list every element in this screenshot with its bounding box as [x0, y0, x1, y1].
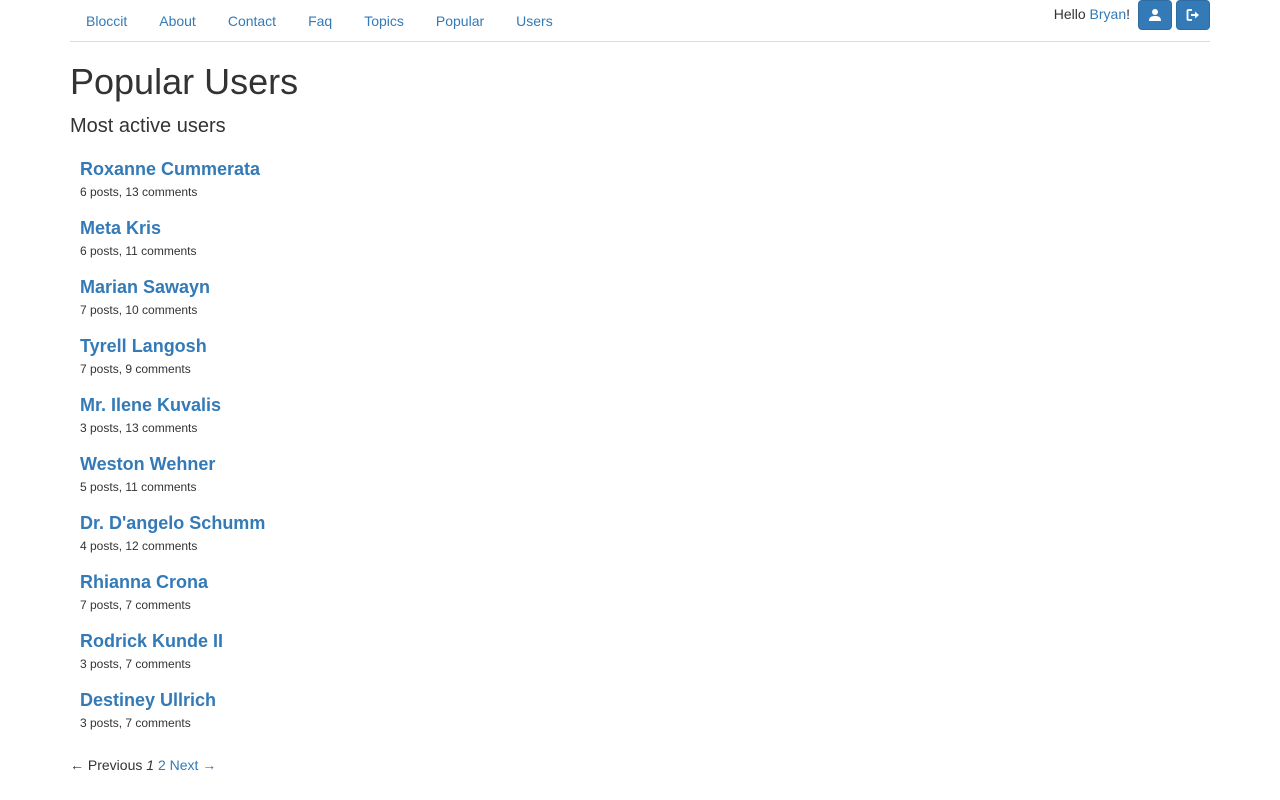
nav-link-users[interactable]: Users: [500, 0, 569, 40]
nav-link-popular[interactable]: Popular: [420, 0, 500, 40]
user-stats: 3 posts, 7 comments: [80, 657, 191, 671]
list-item: Tyrell Langosh 7 posts, 9 comments: [80, 333, 265, 392]
user-name-link[interactable]: Rodrick Kunde II: [80, 628, 265, 654]
user-stats: 5 posts, 11 comments: [80, 480, 197, 494]
page-container: Bloccit About Contact Faq Topics Popular…: [70, 0, 1210, 773]
list-item: Marian Sawayn 7 posts, 10 comments: [80, 274, 265, 333]
nav-item-about: About: [143, 0, 212, 40]
nav-item-faq: Faq: [292, 0, 348, 40]
user-stats: 6 posts, 11 comments: [80, 244, 197, 258]
greeting-suffix: !: [1126, 6, 1130, 22]
user-stats: 7 posts, 7 comments: [80, 598, 191, 612]
list-item: Dr. D'angelo Schumm 4 posts, 12 comments: [80, 510, 265, 569]
user-stats: 7 posts, 10 comments: [80, 303, 198, 317]
user-name-link[interactable]: Tyrell Langosh: [80, 333, 265, 359]
user-stats: 3 posts, 7 comments: [80, 716, 191, 730]
user-name-link[interactable]: Roxanne Cummerata: [80, 156, 265, 182]
greeting: Hello Bryan!: [1054, 0, 1130, 23]
user-name-link[interactable]: Weston Wehner: [80, 451, 265, 477]
nav-item-contact: Contact: [212, 0, 292, 40]
popular-user-list: Roxanne Cummerata 6 posts, 13 comments M…: [80, 156, 265, 746]
user-stats: 6 posts, 13 comments: [80, 185, 198, 199]
list-item: Rodrick Kunde II 3 posts, 7 comments: [80, 628, 265, 687]
nav-link-contact[interactable]: Contact: [212, 0, 292, 40]
user-icon: [1149, 9, 1161, 21]
pagination-next[interactable]: Next →: [170, 757, 217, 773]
nav-link-faq[interactable]: Faq: [292, 0, 348, 40]
list-item: Meta Kris 6 posts, 11 comments: [80, 215, 265, 274]
current-user-link[interactable]: Bryan: [1090, 6, 1127, 22]
user-box: Hello Bryan!: [1054, 0, 1210, 30]
page-subtitle: Most active users: [70, 115, 226, 137]
user-name-link[interactable]: Meta Kris: [80, 215, 265, 241]
list-item: Roxanne Cummerata 6 posts, 13 comments: [80, 156, 265, 215]
user-name-link[interactable]: Mr. Ilene Kuvalis: [80, 392, 265, 418]
nav-link-topics[interactable]: Topics: [348, 0, 420, 40]
profile-button[interactable]: [1138, 0, 1172, 30]
list-item: Mr. Ilene Kuvalis 3 posts, 13 comments: [80, 392, 265, 451]
nav-item-users: Users: [500, 0, 569, 40]
greeting-prefix: Hello: [1053, 6, 1090, 22]
user-stats: 7 posts, 9 comments: [80, 362, 191, 376]
list-item: Rhianna Crona 7 posts, 7 comments: [80, 569, 265, 628]
user-name-link[interactable]: Destiney Ullrich: [80, 687, 265, 713]
nav-link-bloccit[interactable]: Bloccit: [70, 0, 143, 40]
user-name-link[interactable]: Rhianna Crona: [80, 569, 265, 595]
nav-list: Bloccit About Contact Faq Topics Popular…: [70, 0, 569, 40]
user-name-link[interactable]: Marian Sawayn: [80, 274, 265, 300]
pagination-previous: ← Previous: [70, 757, 143, 773]
sign-out-button[interactable]: [1176, 0, 1210, 30]
list-item: Destiney Ullrich 3 posts, 7 comments: [80, 687, 265, 746]
nav-link-about[interactable]: About: [143, 0, 212, 40]
user-name-link[interactable]: Dr. D'angelo Schumm: [80, 510, 265, 536]
user-stats: 3 posts, 13 comments: [80, 421, 198, 435]
pagination-current-page: 1: [146, 757, 155, 773]
pagination-page-2[interactable]: 2: [158, 757, 166, 773]
nav-item-bloccit: Bloccit: [70, 0, 143, 40]
nav-item-topics: Topics: [348, 0, 420, 40]
sign-out-icon: [1186, 9, 1199, 21]
nav-item-popular: Popular: [420, 0, 500, 40]
top-navbar: Bloccit About Contact Faq Topics Popular…: [70, 0, 1210, 42]
pagination: ← Previous 1 2 Next →: [70, 756, 216, 774]
list-item: Weston Wehner 5 posts, 11 comments: [80, 451, 265, 510]
page-title: Popular Users: [70, 61, 299, 102]
user-stats: 4 posts, 12 comments: [80, 539, 198, 553]
